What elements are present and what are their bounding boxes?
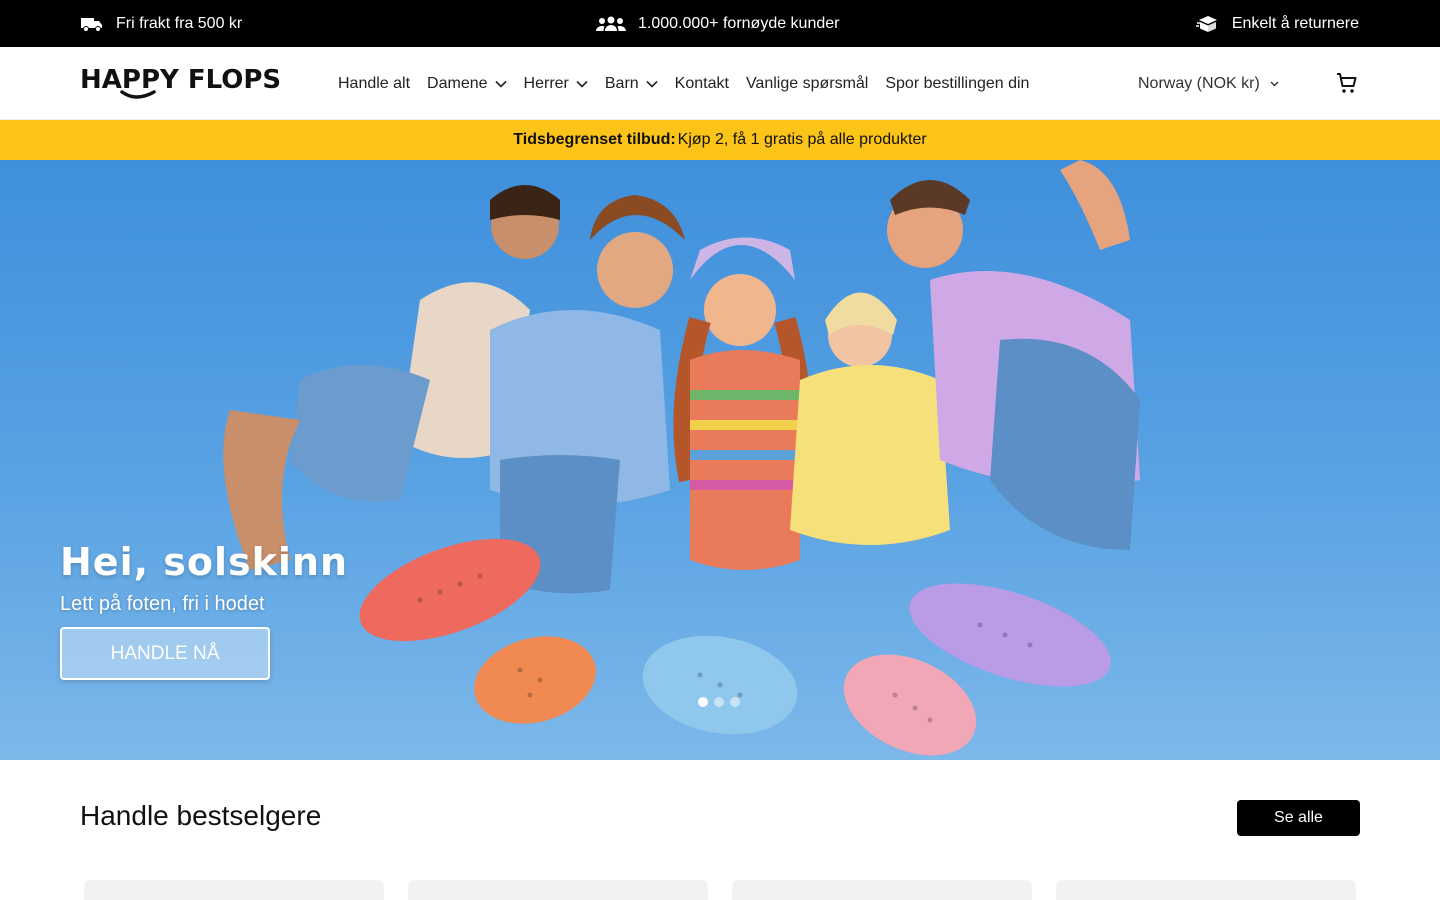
- slider-dot-2[interactable]: [714, 697, 724, 707]
- customers-text: 1.000.000+ fornøyde kunder: [638, 14, 840, 32]
- nav-item-kids[interactable]: Barn: [605, 75, 658, 93]
- nav-label: Spor bestillingen din: [885, 74, 1030, 92]
- slider-dot-3[interactable]: [730, 697, 740, 707]
- product-card[interactable]: [1056, 880, 1356, 900]
- chevron-down-icon: [646, 80, 658, 88]
- nav-item-women[interactable]: Damene: [427, 74, 507, 93]
- shipping-text: Fri frakt fra 500 kr: [116, 14, 243, 32]
- nav-item-men[interactable]: Herrer: [524, 75, 588, 93]
- hero-subtitle: Lett på foten, fri i hodet: [60, 593, 265, 615]
- promo-text: Kjøp 2, få 1 gratis på alle produkter: [677, 131, 927, 148]
- country-label: Norway (NOK kr): [1138, 74, 1260, 92]
- country-selector[interactable]: Norway (NOK kr): [1138, 47, 1279, 120]
- nav-label: Vanlige spørsmål: [745, 74, 869, 92]
- see-all-button[interactable]: Se alle: [1237, 800, 1360, 836]
- nav-item-faq[interactable]: Vanlige spørsmål: [746, 75, 868, 93]
- nav-label: Herrer: [523, 74, 569, 92]
- box-icon: [1195, 15, 1220, 33]
- hero-banner: Hei, solskinn Lett på foten, fri i hodet…: [0, 160, 1440, 760]
- product-card[interactable]: [408, 880, 708, 900]
- product-card[interactable]: [84, 880, 384, 900]
- site-header: HAPPY FLOPS Handle alt Damene Herrer Bar…: [0, 47, 1440, 120]
- nav-item-shop-all[interactable]: Handle alt: [338, 75, 410, 93]
- chevron-down-icon: [576, 80, 588, 88]
- nav-label: Barn: [604, 74, 639, 92]
- product-card[interactable]: [732, 880, 1032, 900]
- shop-now-button[interactable]: HANDLE NÅ: [60, 627, 270, 680]
- returns-text: Enkelt å returnere: [1231, 14, 1359, 32]
- chevron-down-icon: [1270, 81, 1279, 86]
- nav-label: Kontakt: [674, 74, 729, 92]
- bestsellers-title: Handle bestselgere: [80, 800, 322, 831]
- announcement-bar: Fri frakt fra 500 kr 1.000.000+ fornøyde…: [0, 0, 1440, 47]
- slider-dots: [698, 697, 740, 707]
- nav-label: Damene: [427, 74, 488, 92]
- slider-dot-1[interactable]: [698, 697, 708, 707]
- shipping-notice: Fri frakt fra 500 kr: [80, 0, 242, 47]
- cart-icon[interactable]: [1335, 71, 1359, 95]
- promo-banner: Tidsbegrenset tilbud: Kjøp 2, få 1 grati…: [0, 120, 1440, 160]
- truck-icon: [80, 15, 104, 33]
- nav-item-track-order[interactable]: Spor bestillingen din: [885, 75, 1029, 93]
- main-nav: Handle alt Damene Herrer Barn Kontakt Va…: [338, 47, 1046, 120]
- customers-notice: 1.000.000+ fornøyde kunder: [596, 0, 839, 47]
- users-icon: [596, 16, 626, 32]
- logo[interactable]: HAPPY FLOPS: [80, 64, 281, 104]
- returns-notice: Enkelt å returnere: [1195, 0, 1359, 47]
- nav-label: Handle alt: [338, 74, 411, 92]
- chevron-down-icon: [494, 80, 507, 88]
- hero-title: Hei, solskinn: [60, 540, 349, 584]
- logo-text: HAPPY FLOPS: [80, 65, 280, 95]
- product-grid: [84, 880, 1356, 900]
- nav-item-contact[interactable]: Kontakt: [675, 75, 729, 93]
- promo-bold: Tidsbegrenset tilbud:: [513, 131, 676, 148]
